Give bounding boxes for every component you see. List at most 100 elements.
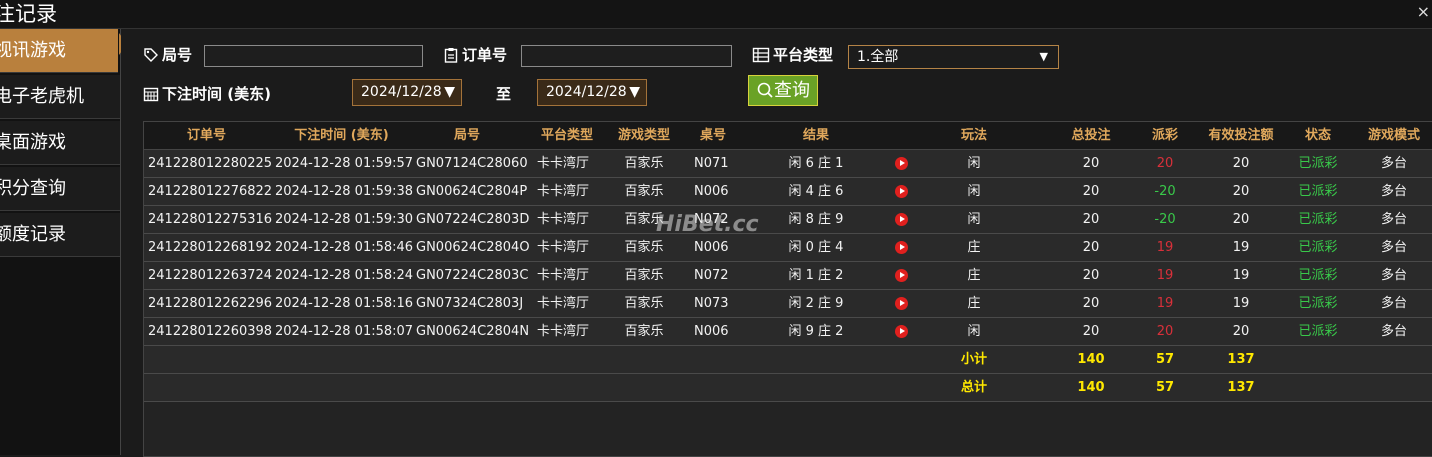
cell-status: 已派彩 bbox=[1298, 296, 1338, 311]
caret-down-icon: ▼ bbox=[444, 84, 455, 100]
sidebar-item-slots[interactable]: 电子老虎机 bbox=[0, 75, 120, 119]
total-label: 总计 bbox=[960, 380, 987, 395]
cell-bet-time: 2024-12-28 01:58:16 bbox=[275, 296, 414, 311]
round-input[interactable] bbox=[204, 45, 423, 67]
col-platform: 平台类型 bbox=[540, 128, 593, 143]
cell-payout: -20 bbox=[1154, 212, 1176, 227]
list-icon bbox=[752, 47, 770, 63]
cell-order-no: 241228012268192 bbox=[148, 240, 273, 255]
sidebar: 视讯游戏 电子老虎机 桌面游戏 积分查询 额度记录 bbox=[0, 29, 121, 455]
col-order-no: 订单号 bbox=[186, 128, 226, 143]
cell-play: 闲 bbox=[967, 156, 981, 171]
cell-payout: 19 bbox=[1156, 240, 1174, 255]
time-label: 下注时间 (美东) bbox=[143, 83, 271, 104]
platform-selected-value: 1.全部 bbox=[857, 49, 899, 65]
round-label: 局号 bbox=[143, 44, 192, 65]
play-video-icon[interactable] bbox=[895, 269, 908, 282]
cell-table-no: N006 bbox=[694, 184, 729, 199]
col-table-no: 桌号 bbox=[699, 128, 726, 143]
cell-round: GN00624C2804O bbox=[416, 240, 530, 255]
play-video-icon[interactable] bbox=[895, 185, 908, 198]
col-bet-time: 下注时间 (美东) bbox=[294, 128, 389, 143]
total-row: 总计 140 57 137 bbox=[144, 374, 1432, 402]
cell-order-no: 241228012276822 bbox=[148, 184, 273, 199]
cell-bet-time: 2024-12-28 01:58:07 bbox=[275, 324, 414, 339]
cell-valid-bet: 19 bbox=[1232, 296, 1250, 311]
cell-table-no: N006 bbox=[694, 240, 729, 255]
cell-bet-time: 2024-12-28 01:59:57 bbox=[275, 156, 414, 171]
table-row[interactable]: 241228012262296 2024-12-28 01:58:16 GN0732… bbox=[144, 290, 1432, 318]
play-video-icon[interactable] bbox=[895, 213, 908, 226]
table-row[interactable]: 241228012280225 2024-12-28 01:59:57 GN0712… bbox=[144, 150, 1432, 178]
cell-status: 已派彩 bbox=[1298, 212, 1338, 227]
table-row[interactable]: 241228012276822 2024-12-28 01:59:38 GN0062… bbox=[144, 178, 1432, 206]
cell-total-bet: 20 bbox=[1082, 240, 1100, 255]
platform-select[interactable]: 1.全部 ▼ bbox=[848, 45, 1059, 69]
cell-payout: 20 bbox=[1156, 156, 1174, 171]
play-video-icon[interactable] bbox=[895, 241, 908, 254]
cell-payout: -20 bbox=[1154, 184, 1176, 199]
window-title: 注记录 bbox=[0, 2, 57, 26]
col-total-bet: 总投注 bbox=[1071, 128, 1111, 143]
order-input[interactable] bbox=[521, 45, 732, 67]
query-button[interactable]: 查询 bbox=[748, 75, 818, 106]
cell-total-bet: 20 bbox=[1082, 268, 1100, 283]
date-to-value: 2024/12/28 bbox=[546, 84, 627, 100]
table-row[interactable]: 241228012260398 2024-12-28 01:58:07 GN0062… bbox=[144, 318, 1432, 346]
cell-game-mode: 多台 bbox=[1380, 184, 1407, 199]
cell-result: 闲 0 庄 4 bbox=[788, 240, 844, 255]
cell-status: 已派彩 bbox=[1298, 240, 1338, 255]
cell-result: 闲 2 庄 9 bbox=[788, 296, 844, 311]
search-icon bbox=[757, 82, 773, 98]
col-payout: 派彩 bbox=[1151, 128, 1178, 143]
col-game-mode: 游戏模式 bbox=[1367, 128, 1420, 143]
table-header: 订单号 下注时间 (美东) 局号 平台类型 游戏类型 桌号 结果 玩法 总投注 … bbox=[144, 122, 1432, 150]
cell-round: GN00624C2804N bbox=[416, 324, 530, 339]
cell-total-bet: 20 bbox=[1082, 184, 1100, 199]
cell-play: 闲 bbox=[967, 184, 981, 199]
date-to-picker[interactable]: 2024/12/28 ▼ bbox=[537, 79, 647, 106]
cell-bet-time: 2024-12-28 01:58:46 bbox=[275, 240, 414, 255]
sidebar-item-table-games[interactable]: 桌面游戏 bbox=[0, 121, 120, 165]
cell-status: 已派彩 bbox=[1298, 156, 1338, 171]
play-video-icon[interactable] bbox=[895, 157, 908, 170]
chevron-down-icon: ▼ bbox=[1039, 50, 1048, 63]
sidebar-item-credit-records[interactable]: 额度记录 bbox=[0, 213, 120, 257]
subtotal-label: 小计 bbox=[960, 352, 987, 367]
play-video-icon[interactable] bbox=[895, 297, 908, 310]
close-icon[interactable]: × bbox=[1417, 2, 1430, 21]
cell-result: 闲 9 庄 2 bbox=[788, 324, 844, 339]
table-row[interactable]: 241228012275316 2024-12-28 01:59:30 GN0722… bbox=[144, 206, 1432, 234]
cell-order-no: 241228012262296 bbox=[148, 296, 273, 311]
cell-payout: 19 bbox=[1156, 268, 1174, 283]
cell-game-mode: 多台 bbox=[1380, 240, 1407, 255]
play-video-icon[interactable] bbox=[895, 325, 908, 338]
col-round: 局号 bbox=[453, 128, 480, 143]
subtotal-row: 小计 140 57 137 bbox=[144, 346, 1432, 374]
calendar-icon bbox=[143, 87, 159, 102]
cell-round: GN07324C2803J bbox=[416, 296, 524, 311]
clipboard-icon bbox=[444, 48, 458, 63]
sidebar-item-live-games[interactable]: 视讯游戏 bbox=[0, 29, 118, 73]
table-row[interactable]: 241228012263724 2024-12-28 01:58:24 GN0722… bbox=[144, 262, 1432, 290]
cell-valid-bet: 19 bbox=[1232, 268, 1250, 283]
platform-label: 平台类型 bbox=[752, 44, 833, 65]
cell-valid-bet: 19 bbox=[1232, 240, 1250, 255]
cell-platform: 卡卡湾厅 bbox=[537, 296, 590, 311]
cell-valid-bet: 20 bbox=[1232, 212, 1250, 227]
cell-game-mode: 多台 bbox=[1380, 268, 1407, 283]
total-valid-bet: 137 bbox=[1227, 380, 1255, 395]
order-label: 订单号 bbox=[443, 44, 507, 65]
cell-status: 已派彩 bbox=[1298, 184, 1338, 199]
sidebar-item-points[interactable]: 积分查询 bbox=[0, 167, 120, 211]
date-from-picker[interactable]: 2024/12/28 ▼ bbox=[352, 79, 462, 106]
col-result: 结果 bbox=[802, 128, 829, 143]
cell-table-no: N071 bbox=[694, 156, 729, 171]
cell-play: 闲 bbox=[967, 324, 981, 339]
cell-total-bet: 20 bbox=[1082, 212, 1100, 227]
table-row[interactable]: 241228012268192 2024-12-28 01:58:46 GN0062… bbox=[144, 234, 1432, 262]
cell-status: 已派彩 bbox=[1298, 268, 1338, 283]
cell-round: GN07224C2803D bbox=[416, 212, 530, 227]
cell-total-bet: 20 bbox=[1082, 156, 1100, 171]
cell-total-bet: 20 bbox=[1082, 324, 1100, 339]
